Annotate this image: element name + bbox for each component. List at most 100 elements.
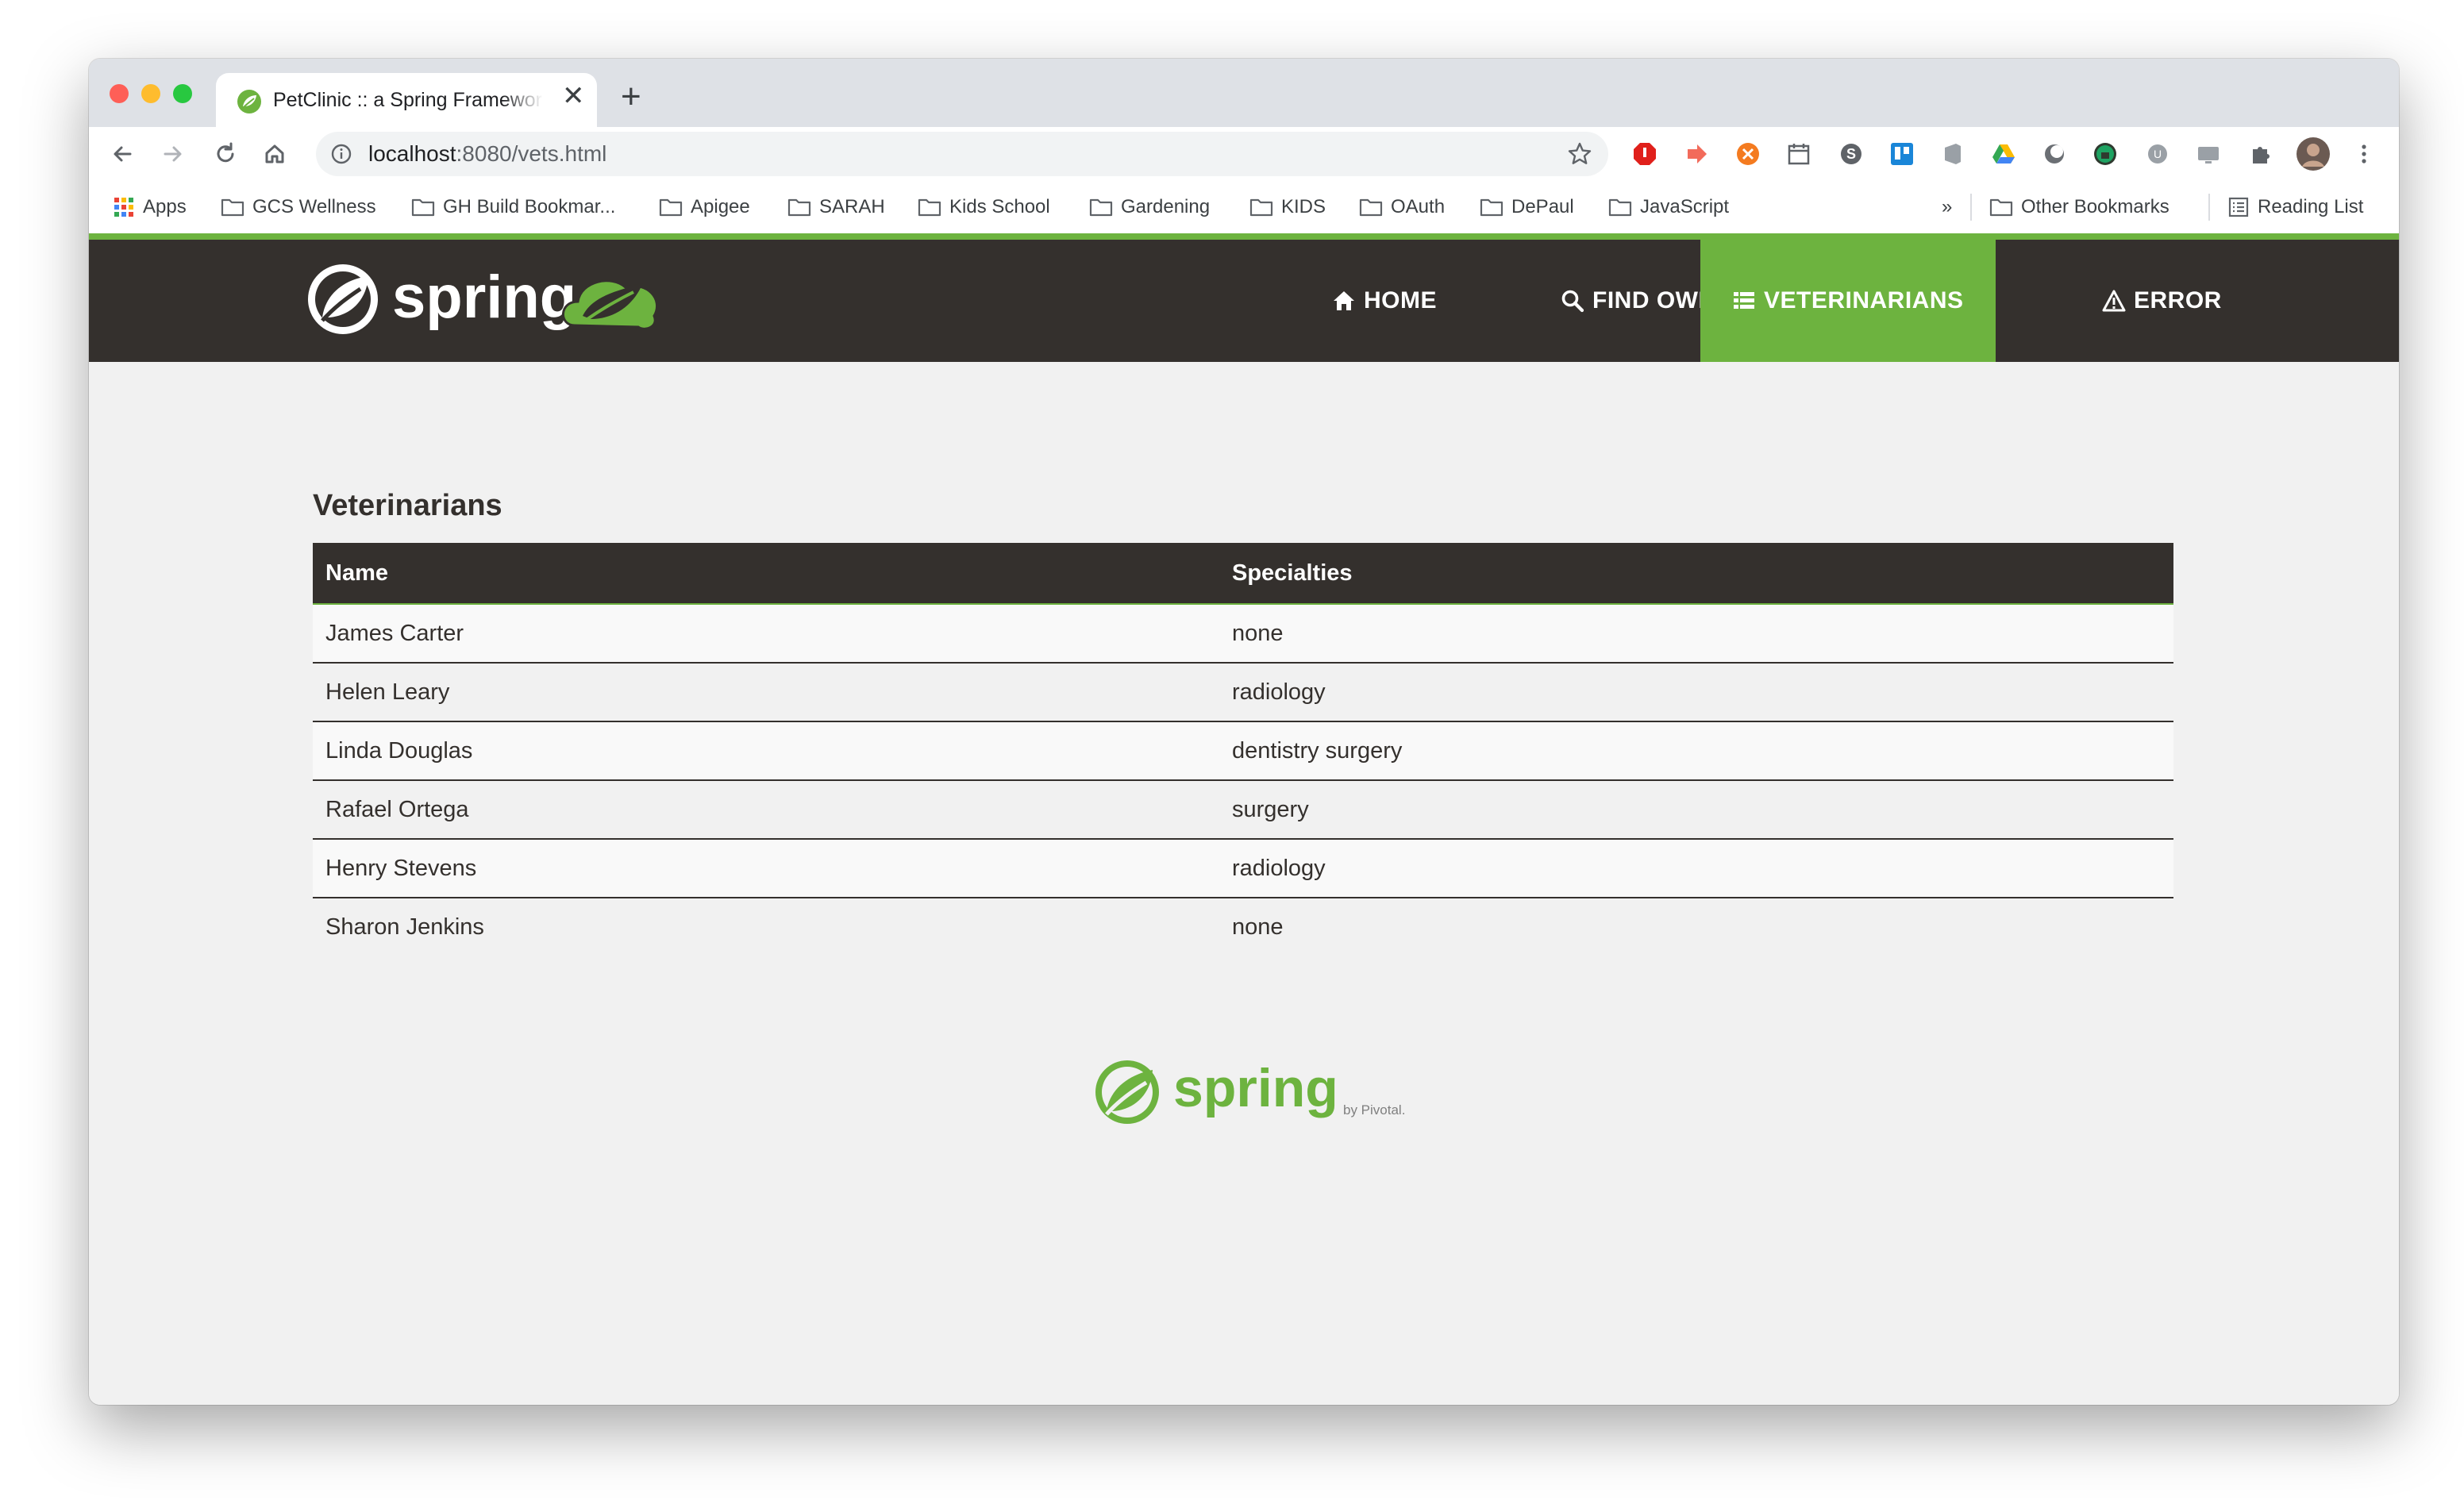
trello-extension-icon[interactable] bbox=[1889, 141, 1915, 167]
folder-icon bbox=[787, 198, 811, 217]
bookmark-label: Reading List bbox=[2258, 196, 2364, 217]
profile-avatar[interactable] bbox=[2296, 137, 2331, 171]
tab-strip: PetClinic :: a Spring Framework demonstr… bbox=[89, 59, 2399, 127]
site-info-icon[interactable] bbox=[330, 143, 352, 165]
skype-extension-icon[interactable]: S bbox=[1838, 141, 1864, 167]
nav-veterinarians[interactable]: VETERINARIANS bbox=[1700, 240, 1996, 362]
folder-icon bbox=[1089, 198, 1113, 217]
office-extension-icon[interactable] bbox=[1940, 141, 1965, 167]
orange-extension-icon[interactable] bbox=[1735, 141, 1761, 167]
navbar-accent-line bbox=[89, 233, 2399, 240]
bookmark-other[interactable]: Other Bookmarks bbox=[1989, 194, 2169, 221]
folder-icon bbox=[1249, 198, 1273, 217]
bookmark-folder[interactable]: Kids School bbox=[918, 194, 1050, 221]
vet-name: Rafael Ortega bbox=[313, 779, 1219, 839]
bookmark-folder[interactable]: GH Build Bookmar... bbox=[411, 194, 615, 221]
table-header-row: Name Specialties bbox=[313, 543, 2173, 605]
new-tab-button[interactable]: + bbox=[621, 79, 641, 114]
bookmark-reading-list[interactable]: Reading List bbox=[2227, 194, 2363, 221]
spring-logo[interactable]: spring bbox=[305, 256, 678, 343]
folder-icon bbox=[659, 198, 683, 217]
spring-by-pivotal-logo: spring by Pivotal. bbox=[1095, 1058, 1405, 1124]
folder-icon bbox=[1608, 198, 1632, 217]
back-arrow-icon[interactable] bbox=[106, 138, 138, 170]
calendar-extension-icon[interactable] bbox=[1786, 141, 1811, 167]
forward-arrow-icon[interactable] bbox=[157, 138, 189, 170]
bookmark-folder[interactable]: DePaul bbox=[1480, 194, 1574, 221]
circle-extension-icon[interactable] bbox=[2042, 141, 2067, 167]
page-title: Veterinarians bbox=[313, 489, 502, 522]
vet-name: Sharon Jenkins bbox=[313, 897, 1219, 956]
vet-specialties: none bbox=[1219, 604, 2173, 663]
vet-specialties: surgery bbox=[1219, 779, 2173, 839]
spring-logo-text: spring bbox=[392, 264, 576, 331]
nav-error[interactable]: ERROR bbox=[2070, 240, 2254, 362]
table-row: James Carter none bbox=[313, 604, 2173, 663]
column-header-specialties: Specialties bbox=[1219, 543, 2173, 605]
reload-icon[interactable] bbox=[210, 138, 241, 170]
puzzle-extensions-icon[interactable] bbox=[2248, 141, 2273, 167]
browser-toolbar: localhost:8080/vets.html S U bbox=[89, 127, 2399, 181]
page-content: Veterinarians Name Specialties James Car… bbox=[89, 362, 2399, 1405]
tab-title: PetClinic :: a Spring Framework demonstr… bbox=[273, 89, 543, 111]
vet-specialties: none bbox=[1219, 897, 2173, 956]
vet-specialties: radiology bbox=[1219, 838, 2173, 898]
vet-name: Helen Leary bbox=[313, 662, 1219, 721]
bookmark-label: JavaScript bbox=[1640, 196, 1730, 217]
bookmark-folder[interactable]: OAuth bbox=[1359, 194, 1445, 221]
reading-list-icon bbox=[2228, 197, 2249, 217]
table-row: Sharon Jenkins none bbox=[313, 897, 2173, 956]
address-bar[interactable]: localhost:8080/vets.html bbox=[316, 132, 1608, 176]
bookmark-label: Kids School bbox=[949, 196, 1050, 217]
browser-tab-active[interactable]: PetClinic :: a Spring Framework demonstr… bbox=[216, 73, 597, 127]
url-text: localhost:8080/vets.html bbox=[368, 141, 606, 167]
list-icon bbox=[1734, 292, 1754, 309]
vet-specialties: radiology bbox=[1219, 662, 2173, 721]
nav-home-label: HOME bbox=[1364, 287, 1437, 314]
zoom-window-button[interactable] bbox=[173, 84, 192, 103]
home-icon[interactable] bbox=[259, 138, 291, 170]
table-row: Rafael Ortega surgery bbox=[313, 779, 2173, 839]
folder-icon bbox=[1359, 198, 1383, 217]
nav-home[interactable]: HOME bbox=[1300, 240, 1469, 362]
screen-extension-icon[interactable] bbox=[2196, 141, 2221, 167]
browser-window: PetClinic :: a Spring Framework demonstr… bbox=[89, 59, 2399, 1405]
table-row: Helen Leary radiology bbox=[313, 662, 2173, 721]
bookmarks-divider bbox=[2208, 194, 2210, 221]
close-tab-icon[interactable]: ✕ bbox=[562, 83, 585, 110]
bookmark-label: Apps bbox=[143, 196, 187, 217]
minimize-window-button[interactable] bbox=[141, 84, 160, 103]
apps-grid-icon bbox=[114, 198, 133, 217]
bookmarks-bar: Apps GCS Wellness GH Build Bookmar... Ap… bbox=[89, 181, 2399, 233]
bookmark-folder[interactable]: Gardening bbox=[1089, 194, 1210, 221]
bookmark-apps[interactable]: Apps bbox=[113, 194, 187, 221]
bookmark-label: SARAH bbox=[819, 196, 885, 217]
bookmark-folder[interactable]: Apigee bbox=[659, 194, 750, 221]
lock-extension-icon[interactable] bbox=[2092, 141, 2118, 167]
bookmark-label: GH Build Bookmar... bbox=[443, 196, 616, 217]
bookmark-folder[interactable]: KIDS bbox=[1249, 194, 1326, 221]
grey-circle-extension-icon[interactable]: U bbox=[2145, 141, 2170, 167]
close-window-button[interactable] bbox=[110, 84, 129, 103]
vet-name: Henry Stevens bbox=[313, 838, 1219, 898]
bookmarks-overflow-button[interactable]: » bbox=[1942, 194, 1952, 221]
vet-name: Linda Douglas bbox=[313, 721, 1219, 780]
bookmark-star-icon[interactable] bbox=[1565, 140, 1594, 168]
url-path: :8080/vets.html bbox=[456, 141, 607, 166]
folder-icon bbox=[411, 198, 435, 217]
table-row: Henry Stevens radiology bbox=[313, 838, 2173, 898]
more-menu-icon[interactable] bbox=[2351, 141, 2377, 167]
bookmark-folder[interactable]: JavaScript bbox=[1608, 194, 1729, 221]
bookmark-folder[interactable]: SARAH bbox=[787, 194, 885, 221]
vets-table: Name Specialties James Carter none Helen… bbox=[313, 543, 2173, 956]
bookmark-label: Gardening bbox=[1121, 196, 1211, 217]
adblock-extension-icon[interactable] bbox=[1632, 141, 1657, 167]
bookmark-label: Apigee bbox=[691, 196, 750, 217]
folder-icon bbox=[1480, 198, 1503, 217]
nav-veterinarians-label: VETERINARIANS bbox=[1764, 287, 1964, 314]
bookmark-folder[interactable]: GCS Wellness bbox=[221, 194, 376, 221]
table-row: Linda Douglas dentistry surgery bbox=[313, 721, 2173, 780]
search-icon bbox=[1561, 290, 1584, 313]
arrow-extension-icon[interactable] bbox=[1684, 141, 1710, 167]
drive-extension-icon[interactable] bbox=[1991, 141, 2016, 167]
